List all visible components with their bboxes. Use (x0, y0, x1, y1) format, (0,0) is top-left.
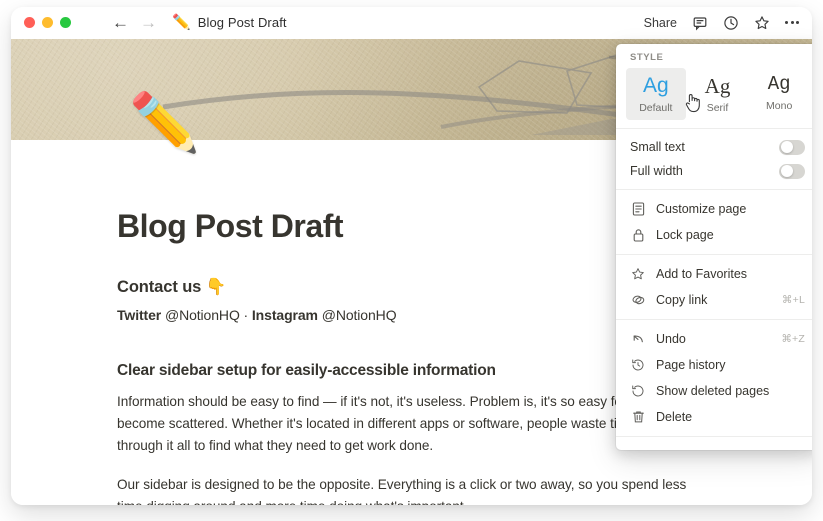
twitter-handle[interactable]: @NotionHQ (165, 307, 240, 323)
style-glyph-mono: Ag (767, 73, 791, 95)
app-window: ← → ✏️ Blog Post Draft Share ✏️ Blog Pos… (11, 7, 812, 505)
share-button[interactable]: Share (644, 16, 677, 30)
menu-item-shortcut: ⌘+L (781, 294, 805, 307)
instagram-handle[interactable]: @NotionHQ (322, 307, 397, 323)
title-bar: ← → ✏️ Blog Post Draft Share (11, 7, 812, 39)
menu-item-page-history[interactable]: Page history (616, 352, 812, 378)
star-outline-icon (630, 266, 646, 282)
menu-item-label: Copy link (656, 293, 708, 308)
full-width-switch-knob (780, 165, 793, 178)
import-icon (630, 448, 646, 450)
paragraph-2[interactable]: Our sidebar is designed to be the opposi… (117, 457, 702, 505)
style-label-default: Default (639, 102, 673, 115)
page-history-icon (630, 357, 646, 373)
menu-item-import[interactable]: Import (616, 443, 812, 450)
traffic-lights (24, 17, 71, 28)
menu-item-show-deleted-pages[interactable]: Show deleted pages (616, 378, 812, 404)
back-arrow-icon[interactable]: ← (112, 14, 129, 31)
menu-item-undo[interactable]: Undo ⌘+Z (616, 326, 812, 352)
more-options-icon[interactable] (785, 21, 799, 24)
menu-item-label: Page history (656, 358, 726, 373)
small-text-switch-knob (780, 141, 793, 154)
menu-item-copy-link[interactable]: Copy link ⌘+L (616, 287, 812, 313)
menu-item-shortcut: ⌘+Z (781, 333, 805, 346)
small-text-switch[interactable] (779, 139, 805, 155)
restore-icon (630, 383, 646, 399)
menu-history-group: Undo ⌘+Z Page history Show deleted pages… (616, 320, 812, 436)
titlebar-actions: Share (644, 7, 799, 38)
close-window-button[interactable] (24, 17, 35, 28)
clock-icon[interactable] (723, 15, 739, 31)
menu-share-group: Add to Favorites Copy link ⌘+L (616, 255, 812, 319)
small-text-toggle-row[interactable]: Small text (616, 135, 812, 159)
undo-icon (630, 331, 646, 347)
page-emoji-icon[interactable]: ✏️ (129, 95, 200, 152)
menu-item-lock-page[interactable]: Lock page (616, 222, 812, 248)
menu-item-label: Customize page (656, 202, 747, 217)
full-width-switch[interactable] (779, 163, 805, 179)
menu-page-group: Customize page Lock page (616, 190, 812, 254)
font-style-selector: Ag Default Ag Serif Ag Mono (616, 68, 812, 128)
menu-toggles-group: Small text Full width (616, 129, 812, 189)
breadcrumb-page-title[interactable]: Blog Post Draft (198, 15, 287, 30)
menu-item-label: Show deleted pages (656, 384, 770, 399)
style-option-serif[interactable]: Ag Serif (688, 68, 748, 120)
document-icon (630, 201, 646, 217)
forward-arrow-icon[interactable]: → (140, 14, 157, 31)
pencil-icon: ✏️ (172, 14, 191, 31)
menu-item-label: Undo (656, 332, 686, 347)
page-options-menu: STYLE Ag Default Ag Serif Ag Mono Small … (616, 44, 812, 450)
menu-item-label: Add to Favorites (656, 267, 748, 282)
link-icon (630, 292, 646, 308)
instagram-label: Instagram (251, 306, 318, 323)
comment-icon[interactable] (692, 15, 708, 31)
style-section-label: STYLE (630, 52, 664, 63)
full-width-toggle-row[interactable]: Full width (616, 159, 812, 183)
menu-item-label: Delete (656, 410, 693, 425)
style-label-mono: Mono (766, 99, 793, 112)
style-label-serif: Serif (706, 102, 729, 115)
hamburger-icon[interactable] (84, 16, 100, 30)
style-glyph-default: Ag (642, 74, 669, 97)
small-text-label: Small text (630, 140, 685, 155)
style-glyph-serif: Ag (704, 74, 731, 98)
menu-item-add-to-favorites[interactable]: Add to Favorites (616, 261, 812, 287)
style-option-default[interactable]: Ag Default (626, 68, 700, 121)
full-width-label: Full width (630, 164, 683, 179)
screenshot-stage: ← → ✏️ Blog Post Draft Share ✏️ Blog Pos… (0, 0, 823, 521)
menu-item-delete[interactable]: Delete (616, 404, 812, 430)
menu-transfer-group: Import Export (616, 437, 812, 450)
style-option-mono[interactable]: Ag Mono (749, 68, 809, 120)
menu-item-customize-page[interactable]: Customize page (616, 196, 812, 222)
menu-item-label: Lock page (656, 228, 714, 243)
maximize-window-button[interactable] (60, 17, 71, 28)
minimize-window-button[interactable] (42, 17, 53, 28)
trash-icon (630, 409, 646, 425)
lock-icon (630, 227, 646, 243)
star-icon[interactable] (754, 15, 770, 31)
twitter-label: Twitter (117, 306, 162, 323)
menu-item-label: Import (656, 449, 691, 450)
